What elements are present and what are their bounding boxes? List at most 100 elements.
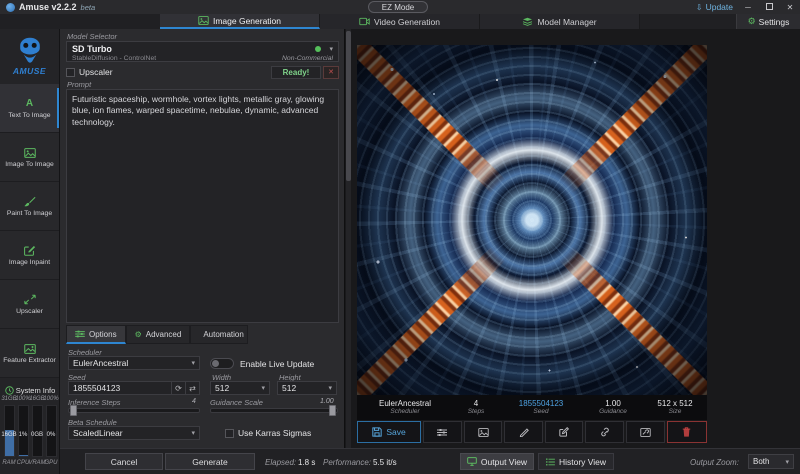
delete-button[interactable] [667,421,707,443]
generate-button[interactable]: Generate [165,453,255,470]
stat-value: EulerAncestral [379,399,431,408]
maximize-icon [766,3,773,10]
text-to-image-icon: A [26,98,33,110]
sidebar-item-label: Paint To Image [7,210,52,217]
generated-image[interactable] [357,45,707,395]
model-manager-icon [522,17,533,26]
maximize-button[interactable] [763,3,775,12]
guidance-scale-slider[interactable] [210,408,338,413]
seed-link[interactable]: 1855504123 [519,399,564,408]
tab-image-generation[interactable]: Image Generation [160,14,320,29]
seed-input[interactable] [69,383,171,393]
shuffle-seed-icon[interactable]: ⇄ [185,382,199,394]
sidebar-item-feature-extractor[interactable]: Feature Extractor [0,329,59,378]
chevron-down-icon: ▾ [261,384,265,392]
history-view-button[interactable]: History View [538,453,614,470]
guidance-scale-label: Guidance Scale [210,398,263,407]
refresh-seed-icon[interactable]: ⟳ [171,382,185,394]
stat-value: 4 [474,399,478,408]
title-bar: Amuse v2.2.2 beta EZ Mode ⇩Update ─ ✕ [0,0,800,14]
guidance-scale-value: 1.00 [320,398,334,405]
sidebar-item-image-to-image[interactable]: Image To Image [0,133,59,182]
image-link-icon [640,428,651,437]
tab-automation[interactable]: Automation [190,325,248,344]
output-scrollbar[interactable] [346,29,351,448]
sidebar-item-label: Feature Extractor [3,357,56,364]
cancel-button[interactable]: Cancel [85,453,163,470]
karras-sigmas-checkbox[interactable] [225,429,234,438]
live-update-label: Enable Live Update [240,359,314,369]
stat-label: Steps [468,408,485,415]
model-ready-badge[interactable]: Ready! [271,66,321,79]
vram-label: VRAM [28,460,45,466]
save-button[interactable]: Save [357,421,421,443]
save-icon [372,427,382,437]
height-select[interactable]: 512 ▾ [277,381,337,395]
image-generation-icon [198,16,209,25]
width-select[interactable]: 512 ▾ [210,381,270,395]
model-selector-dropdown[interactable]: SD Turbo ▾ StableDiffusion - ControlNet … [66,41,339,62]
beta-schedule-select[interactable]: ScaledLinear ▾ [68,426,200,440]
copy-to-image-to-image-button[interactable] [464,421,503,443]
amuse-logo-text: AMUSE [13,66,46,76]
chevron-down-icon: ▾ [328,384,332,392]
chevron-down-icon: ▾ [329,45,333,53]
upscaler-label: Upscaler [79,67,271,77]
output-view-button[interactable]: Output View [460,453,534,470]
upscaler-checkbox[interactable] [66,68,75,77]
ez-mode-button[interactable]: EZ Mode [368,1,428,13]
minimize-button[interactable]: ─ [742,3,754,12]
live-update-toggle[interactable] [210,358,234,369]
stat-size: 512 x 512 Size [643,399,707,416]
sidebar-item-paint-to-image[interactable]: Paint To Image [0,182,59,231]
update-button[interactable]: ⇩Update [696,2,733,12]
link-icon [600,427,610,437]
model-selector-label: Model Selector [67,32,117,41]
stat-guidance: 1.00 Guidance [583,399,643,416]
gpu-label: GPU [45,460,58,466]
beta-tag: beta [81,3,96,12]
output-zoom-label: Output Zoom: [690,458,739,467]
model-unload-button[interactable]: ✕ [323,66,339,79]
list-icon [546,458,555,466]
sidebar-item-text-to-image[interactable]: A Text To Image [0,84,59,133]
stat-scheduler: EulerAncestral Scheduler [357,399,453,416]
sidebar-item-upscaler[interactable]: Upscaler [0,280,59,329]
sidebar-item-image-inpaint[interactable]: Image Inpaint [0,231,59,280]
tab-options[interactable]: Options [66,325,126,344]
tab-label: Video Generation [374,17,440,27]
sidebar-item-label: Text To Image [8,112,50,119]
inpaint-icon [24,245,36,257]
model-status-dot-icon [315,46,321,52]
copy-to-inpaint-button[interactable] [545,421,584,443]
trash-icon [682,427,691,437]
tab-label: Model Manager [537,17,596,27]
performance-label: Performance: [323,458,371,467]
system-info-title: System Info [16,386,56,395]
copy-seed-link-button[interactable] [585,421,624,443]
tab-video-generation[interactable]: Video Generation [320,14,480,29]
copy-to-upscaler-button[interactable] [626,421,665,443]
ram-label: RAM [2,460,15,466]
scheduler-select[interactable]: EulerAncestral ▾ [68,356,200,370]
model-license: Non-Commercial [282,55,333,62]
settings-button[interactable]: ⚙ Settings [736,14,800,29]
stat-label: Size [669,408,682,415]
sidebar-logo: AMUSE [0,29,59,84]
copy-to-paint-button[interactable] [504,421,543,443]
model-subtitle: StableDiffusion - ControlNet [72,55,282,62]
output-zoom-select[interactable]: Both ▾ [748,454,794,469]
pencil-icon [519,427,529,437]
tab-model-manager[interactable]: Model Manager [480,14,640,29]
close-button[interactable]: ✕ [784,3,796,12]
inference-steps-slider[interactable] [68,408,200,413]
system-info-vram: 16GB 0GB VRAM [31,396,44,466]
sliders-button[interactable] [423,421,462,443]
app-title: Amuse v2.2.2 [19,2,77,12]
prompt-input[interactable]: Futuristic spaceship, wormhole, vortex l… [72,94,333,318]
image-icon [24,147,36,159]
settings-label: Settings [759,17,790,27]
tab-advanced[interactable]: ⚙ Advanced [126,325,191,344]
system-info-gpu: 100% 0% GPU [45,396,58,466]
gears-icon: ⚙ [135,330,142,339]
